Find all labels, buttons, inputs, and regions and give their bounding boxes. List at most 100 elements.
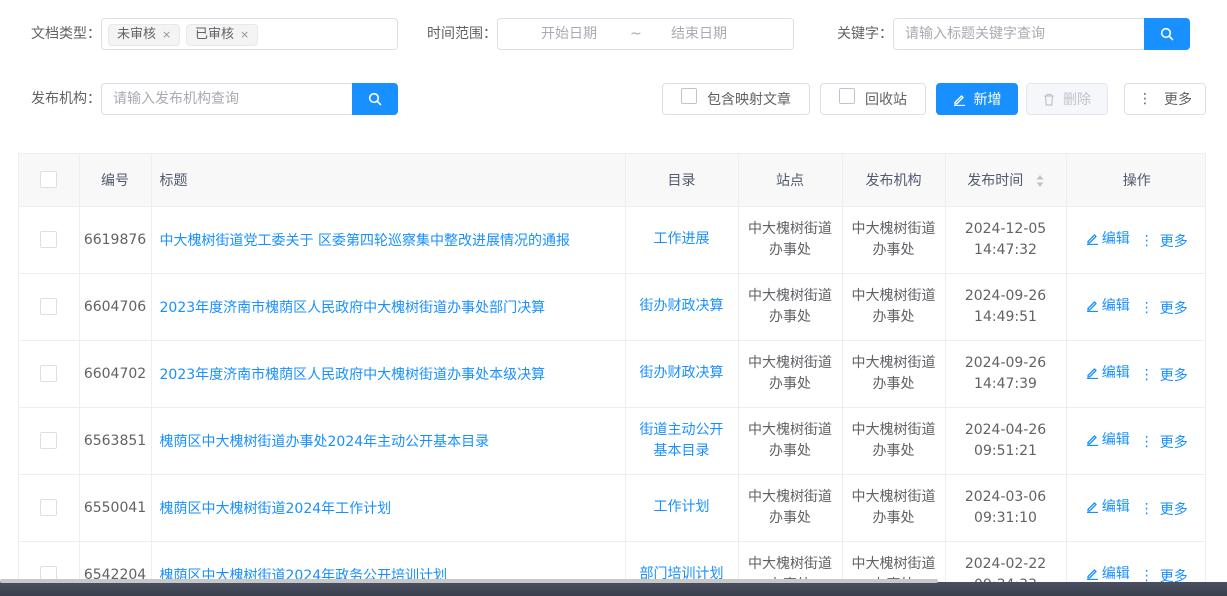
row-edit-label: 编辑 bbox=[1101, 566, 1130, 583]
row-edit-button[interactable]: 编辑 bbox=[1086, 295, 1130, 315]
row-more-label: 更多 bbox=[1159, 300, 1188, 317]
end-date-input[interactable]: 结束日期 bbox=[671, 19, 727, 49]
delete-button[interactable]: 删除 bbox=[1026, 83, 1108, 115]
start-date-input[interactable]: 开始日期 bbox=[541, 19, 597, 49]
row-edit-button[interactable]: 编辑 bbox=[1086, 362, 1130, 382]
row-publish-time: 2024-09-26 14:49:51 bbox=[945, 273, 1067, 341]
row-edit-button[interactable]: 编辑 bbox=[1086, 228, 1130, 248]
articles-table: 编号 标题 目录 站点 发布机构 发布时间 操作 6619876 中大槐树街道党工… bbox=[18, 153, 1206, 583]
row-org-line: 办事处 bbox=[872, 375, 915, 392]
keyword-label: 关键字： bbox=[837, 26, 893, 42]
row-title-link[interactable]: 槐荫区中大槐树街道办事处2024年主动公开基本目录 bbox=[151, 407, 626, 475]
row-site: 中大槐树街道办事处 bbox=[738, 340, 843, 408]
row-site-line: 办事处 bbox=[769, 509, 811, 526]
row-date: 2024-12-05 bbox=[964, 220, 1047, 237]
row-id: 6542204 bbox=[79, 541, 152, 583]
horizontal-scrollbar[interactable] bbox=[0, 579, 938, 583]
select-all-checkbox[interactable] bbox=[40, 171, 58, 189]
row-edit-button[interactable]: 编辑 bbox=[1086, 563, 1130, 583]
row-edit-button[interactable]: 编辑 bbox=[1086, 496, 1130, 516]
row-select-cell bbox=[19, 206, 80, 274]
row-select-cell bbox=[19, 340, 80, 408]
more-dots-icon: ⋮ bbox=[1139, 232, 1154, 249]
row-title-link[interactable]: 2023年度济南市槐荫区人民政府中大槐树街道办事处本级决算 bbox=[151, 340, 626, 408]
row-org: 中大槐树街道办事处 bbox=[842, 273, 946, 341]
keyword-input[interactable] bbox=[893, 18, 1145, 50]
row-catalog-link[interactable]: 街道主动公开 基本目录 bbox=[625, 407, 739, 475]
doc-type-select[interactable]: 未审核 × 已审核 × bbox=[101, 18, 398, 50]
more-dots-icon: ⋮ bbox=[1139, 299, 1154, 316]
tag-close-icon[interactable]: × bbox=[162, 28, 171, 41]
row-publish-time: 2024-02-2209:34:33 bbox=[945, 541, 1067, 583]
org-input[interactable] bbox=[101, 83, 353, 115]
row-org-line: 办事处 bbox=[872, 308, 915, 325]
row-catalog-line: 街道主动公开 bbox=[639, 421, 724, 438]
edit-icon bbox=[1086, 435, 1098, 446]
tag-close-icon[interactable]: × bbox=[240, 28, 249, 41]
row-title-link[interactable]: 槐荫区中大槐树街道2024年工作计划 bbox=[151, 474, 626, 542]
row-edit-button[interactable]: 编辑 bbox=[1086, 429, 1130, 449]
row-catalog-link[interactable]: 工作进展 bbox=[625, 206, 739, 274]
more-dots-icon: ⋮ bbox=[1139, 366, 1154, 383]
row-catalog-link[interactable]: 街办财政决算 bbox=[625, 340, 739, 408]
include-mapped-checkbox[interactable]: 包含映射文章 bbox=[662, 83, 810, 115]
row-checkbox[interactable] bbox=[40, 499, 58, 516]
row-id: 6604706 bbox=[79, 273, 152, 341]
row-checkbox[interactable] bbox=[40, 432, 58, 449]
row-org: 中大槐树街道办事处 bbox=[842, 474, 946, 542]
row-more-label: 更多 bbox=[1159, 501, 1188, 518]
header-site: 站点 bbox=[738, 154, 843, 207]
row-more-label: 更多 bbox=[1159, 568, 1188, 583]
row-site-line: 中大槐树街道 bbox=[748, 555, 832, 572]
row-catalog-line: 工作计划 bbox=[653, 499, 710, 515]
sort-icon[interactable] bbox=[1036, 174, 1044, 188]
row-more-button[interactable]: ⋮ 更多 bbox=[1130, 432, 1188, 452]
edit-icon bbox=[1086, 569, 1098, 580]
header-id: 编号 bbox=[79, 154, 152, 207]
edit-icon bbox=[953, 94, 965, 106]
date-range-picker[interactable]: 开始日期 ~ 结束日期 bbox=[497, 18, 794, 50]
taskbar-strip bbox=[0, 582, 1227, 596]
row-catalog-link[interactable]: 部门培训计划 bbox=[625, 541, 739, 583]
row-more-button[interactable]: ⋮ 更多 bbox=[1130, 231, 1188, 251]
row-checkbox[interactable] bbox=[40, 231, 58, 248]
keyword-search-button[interactable] bbox=[1144, 18, 1190, 50]
header-org: 发布机构 bbox=[842, 154, 946, 207]
row-edit-label: 编辑 bbox=[1101, 231, 1130, 248]
row-checkbox[interactable] bbox=[40, 365, 58, 382]
doc-type-label: 文档类型： bbox=[31, 26, 101, 42]
search-icon bbox=[368, 92, 382, 106]
row-more-button[interactable]: ⋮ 更多 bbox=[1130, 499, 1188, 519]
row-select-cell bbox=[19, 541, 80, 583]
row-title-link[interactable]: 槐荫区中大槐树街道2024年政务公开培训计划 bbox=[151, 541, 626, 583]
more-dots-icon: ⋮ bbox=[1139, 500, 1154, 517]
row-title-link[interactable]: 2023年度济南市槐荫区人民政府中大槐树街道办事处部门决算 bbox=[151, 273, 626, 341]
row-more-button[interactable]: ⋮ 更多 bbox=[1130, 365, 1188, 385]
recycle-bin-checkbox[interactable]: 回收站 bbox=[820, 83, 926, 115]
header-ops: 操作 bbox=[1066, 154, 1205, 207]
more-button[interactable]: ⋮ 更多 bbox=[1124, 83, 1206, 115]
add-button[interactable]: 新增 bbox=[936, 83, 1018, 115]
row-more-button[interactable]: ⋮ 更多 bbox=[1130, 566, 1188, 583]
row-catalog-link[interactable]: 工作计划 bbox=[625, 474, 739, 542]
row-catalog-line: 工作进展 bbox=[653, 231, 710, 247]
row-id: 6619876 bbox=[79, 206, 152, 274]
row-date: 2024-09-26 bbox=[964, 354, 1047, 371]
row-date: 2024-02-22 bbox=[964, 555, 1047, 572]
row-title-link[interactable]: 中大槐树街道党工委关于 区委第四轮巡察集中整改进展情况的通报 bbox=[151, 206, 626, 274]
header-time-cell[interactable]: 发布时间 bbox=[945, 154, 1067, 207]
row-org-line: 中大槐树街道 bbox=[851, 555, 936, 572]
row-site-line: 办事处 bbox=[769, 241, 811, 258]
select-all-cell bbox=[19, 154, 80, 207]
table-row: 6619876 中大槐树街道党工委关于 区委第四轮巡察集中整改进展情况的通报 工作进… bbox=[19, 206, 1205, 274]
row-select-cell bbox=[19, 273, 80, 341]
row-publish-time: 2024-09-26 14:47:39 bbox=[945, 340, 1067, 408]
row-more-button[interactable]: ⋮ 更多 bbox=[1130, 298, 1188, 318]
edit-icon bbox=[1086, 502, 1098, 513]
row-checkbox[interactable] bbox=[40, 298, 58, 315]
table-row: 6550041 槐荫区中大槐树街道2024年工作计划 工作计划 中大槐树街道 办事处 中大… bbox=[19, 474, 1205, 542]
org-search-button[interactable] bbox=[352, 83, 398, 115]
row-publish-time: 2024-03-06 09:31:10 bbox=[945, 474, 1067, 542]
row-catalog-link[interactable]: 街办财政决算 bbox=[625, 273, 739, 341]
more-dots-icon: ⋮ bbox=[1138, 91, 1152, 107]
